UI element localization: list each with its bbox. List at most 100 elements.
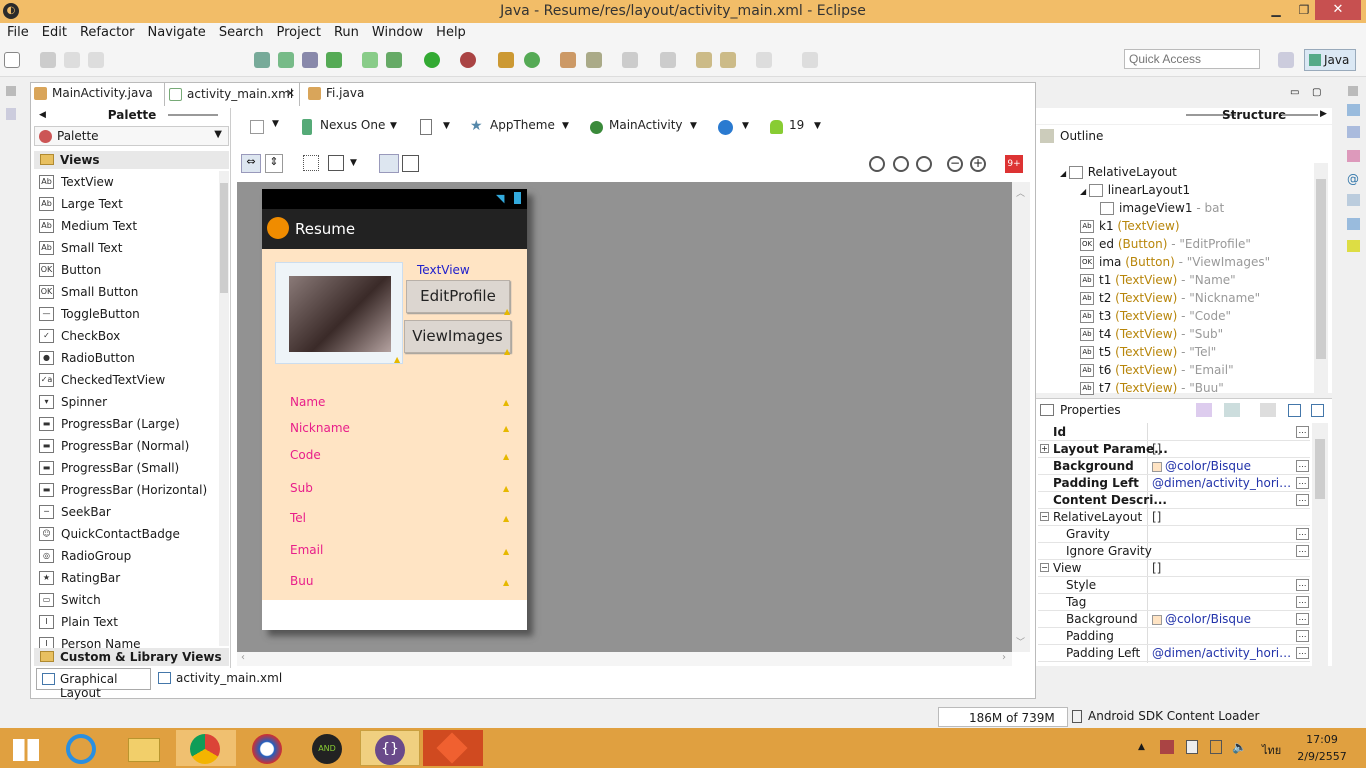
zoom-real-icon[interactable] <box>893 156 909 172</box>
taskbar-explorer[interactable] <box>115 730 175 766</box>
edit-property-button[interactable]: … <box>1296 426 1309 438</box>
edit-property-button[interactable]: … <box>1296 630 1309 642</box>
open-perspective-icon[interactable] <box>1278 52 1294 68</box>
fill-height-icon[interactable]: ⇕ <box>265 154 283 173</box>
tab-fi[interactable]: Fi.java <box>304 82 384 106</box>
palette-item-progressbar-large[interactable]: ▬ ProgressBar (Large) <box>38 415 180 437</box>
lint-warnings-badge[interactable]: 9+ <box>1005 155 1023 173</box>
outline-node[interactable]: Ab t2 (TextView) - "Nickname" <box>1080 291 1260 305</box>
constraints-icon[interactable] <box>402 155 419 172</box>
theme-select[interactable]: AppTheme <box>490 118 555 132</box>
outline-node[interactable]: Ab t4 (TextView) - "Sub" <box>1080 327 1223 341</box>
progress-task[interactable]: Android SDK Content Loader <box>1088 709 1259 723</box>
palette-group-custom[interactable]: Custom & Library Views <box>34 648 229 666</box>
edit-property-button[interactable]: … <box>1296 647 1309 659</box>
property-row[interactable]: + Layout Parame...[] <box>1038 441 1310 458</box>
zoom-in-icon[interactable]: + <box>970 156 986 172</box>
scroll-down-icon[interactable]: ﹀ <box>1016 635 1025 648</box>
task-icon[interactable] <box>326 52 342 68</box>
orientation-icon[interactable] <box>420 119 432 135</box>
outline-scroll-thumb[interactable] <box>1316 179 1326 359</box>
outline-scrollbar[interactable] <box>1314 163 1328 393</box>
properties-scroll-thumb[interactable] <box>1315 439 1325 499</box>
outline-node[interactable]: Ab k1 (TextView) <box>1080 219 1180 233</box>
outline-node[interactable]: Ab t5 (TextView) - "Tel" <box>1080 345 1216 359</box>
field-nickname[interactable]: Nickname <box>290 421 350 435</box>
tab-graphical-layout[interactable]: Graphical Layout <box>36 668 151 700</box>
outline-node[interactable]: Ab t6 (TextView) - "Email" <box>1080 363 1234 377</box>
menu-edit[interactable]: Edit <box>35 23 73 40</box>
next-annotation-icon[interactable] <box>660 52 676 68</box>
outline-node[interactable]: ◢ linearLayout1 <box>1080 183 1190 197</box>
group-toggle-icon[interactable]: + <box>1040 444 1049 453</box>
restore-view-icon[interactable] <box>1348 86 1358 96</box>
javadoc-icon[interactable]: @ <box>1347 172 1360 186</box>
scroll-up-icon[interactable]: ︿ <box>1016 186 1025 199</box>
property-row[interactable]: Tag… <box>1038 594 1310 611</box>
expand-all-icon[interactable] <box>1288 404 1301 417</box>
zoom-fit-icon[interactable] <box>869 156 885 172</box>
heap-status[interactable]: 186M of 739M <box>938 707 1068 727</box>
search-tool-icon[interactable] <box>586 52 602 68</box>
palette-item-radiobutton[interactable]: ● RadioButton <box>38 349 135 371</box>
textview-k1[interactable]: TextView <box>417 263 470 277</box>
palette-item-large-text[interactable]: Ab Large Text <box>38 195 123 217</box>
back-icon[interactable] <box>720 52 736 68</box>
edit-property-button[interactable]: … <box>1296 477 1309 489</box>
sort-icon[interactable] <box>1224 403 1240 417</box>
device-config-icon[interactable] <box>250 120 264 134</box>
palette-item-progressbar-small[interactable]: ▬ ProgressBar (Small) <box>38 459 179 481</box>
fill-width-icon[interactable]: ⇔ <box>241 154 261 173</box>
minimize-button[interactable]: ▁ <box>1262 0 1290 20</box>
menu-window[interactable]: Window <box>365 23 429 40</box>
problems-icon[interactable] <box>1347 150 1360 162</box>
palette-selector[interactable]: Palette ▼ <box>34 126 229 146</box>
gravity-icon[interactable] <box>328 155 344 171</box>
palette-item-spinner[interactable]: ▾ Spinner <box>38 393 107 415</box>
palette-item-textview[interactable]: Ab TextView <box>38 173 114 195</box>
taskbar-android[interactable]: AND <box>298 730 358 766</box>
palette-item-quickcontactbadge[interactable]: ☺ QuickContactBadge <box>38 525 180 547</box>
palette-item-checkedtextview[interactable]: ✓a CheckedTextView <box>38 371 165 393</box>
save-icon[interactable] <box>40 52 56 68</box>
palette-item-medium-text[interactable]: Ab Medium Text <box>38 217 137 239</box>
edit-property-button[interactable]: … <box>1296 579 1309 591</box>
tab-close-icon[interactable]: ✕ <box>286 87 295 100</box>
new-class-icon[interactable] <box>498 52 514 68</box>
lint-icon[interactable] <box>302 52 318 68</box>
chevron-down-icon[interactable]: ▼ <box>562 121 569 131</box>
show-advanced-icon[interactable] <box>1196 403 1212 417</box>
input-language[interactable]: ไทย <box>1262 741 1281 759</box>
maximize-editor-icon[interactable]: ▢ <box>1312 87 1321 98</box>
external-tools-icon[interactable] <box>460 52 476 68</box>
show-hidden-icons[interactable]: ▲ <box>1138 742 1145 752</box>
palette-item-togglebutton[interactable]: — ToggleButton <box>38 305 140 327</box>
logcat-icon[interactable] <box>1347 240 1360 252</box>
edit-property-button[interactable]: … <box>1296 596 1309 608</box>
menu-run[interactable]: Run <box>327 23 365 40</box>
package-explorer-icon[interactable] <box>6 108 16 120</box>
tray-app-icon[interactable] <box>1186 740 1198 754</box>
outline-node[interactable]: ◢ RelativeLayout <box>1060 165 1177 179</box>
palette-item-plain-text[interactable]: I Plain Text <box>38 613 118 635</box>
start-button[interactable] <box>0 730 60 766</box>
clock-time[interactable]: 17:09 <box>1302 733 1342 746</box>
task-list-icon[interactable] <box>1347 126 1360 138</box>
console-icon[interactable] <box>1347 218 1360 230</box>
palette-item-progressbar-normal[interactable]: ▬ ProgressBar (Normal) <box>38 437 189 459</box>
palette-scroll-thumb[interactable] <box>220 183 228 293</box>
restore-view-icon[interactable] <box>6 86 16 96</box>
close-button[interactable]: ✕ <box>1315 0 1361 20</box>
debug-icon[interactable] <box>386 52 402 68</box>
run-icon[interactable] <box>424 52 440 68</box>
forward-icon[interactable] <box>756 52 772 68</box>
menu-file[interactable]: File <box>0 23 35 40</box>
chevron-down-icon[interactable]: ▼ <box>350 158 357 168</box>
chevron-down-icon[interactable]: ▼ <box>814 121 821 131</box>
locale-globe-icon[interactable] <box>718 120 733 135</box>
restore-button[interactable]: ❐ <box>1290 0 1318 20</box>
network-icon[interactable] <box>1160 740 1174 754</box>
property-row[interactable]: Padding Left@dimen/activity_horizon...… <box>1038 475 1310 492</box>
last-edit-icon[interactable] <box>696 52 712 68</box>
menu-project[interactable]: Project <box>269 23 326 40</box>
